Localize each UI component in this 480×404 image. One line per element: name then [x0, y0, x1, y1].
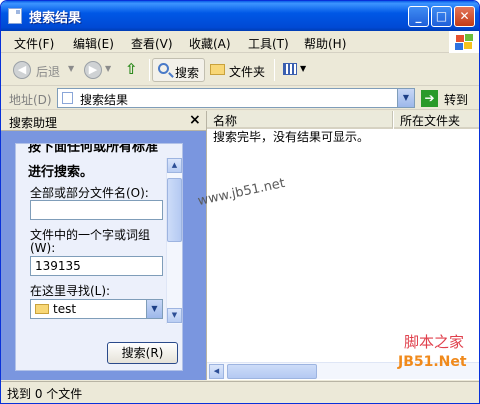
status-text: 找到 0 个文件	[7, 387, 83, 401]
address-label: 地址(D)	[9, 93, 52, 107]
column-header-folder[interactable]: 所在文件夹	[394, 111, 479, 129]
folder-icon	[210, 64, 225, 75]
menu-bar: 文件(F) 编辑(E) 查看(V) 收藏(A) 工具(T) 帮助(H)	[1, 31, 479, 53]
go-button[interactable]: ➔ 转到	[419, 89, 475, 108]
close-button[interactable]: ✕	[454, 6, 475, 27]
column-header-folder-label: 所在文件夹	[400, 114, 461, 128]
word-phrase-label-shortcut: (W):	[30, 241, 56, 255]
word-phrase-input[interactable]: 139135	[30, 256, 163, 276]
back-button[interactable]: ◀ 后退 ▼	[9, 58, 75, 82]
column-header-name-label: 名称	[213, 114, 238, 128]
chevron-down-icon[interactable]: ▼	[397, 89, 414, 107]
scroll-left-icon[interactable]: ◀	[209, 364, 224, 379]
address-bar: 地址(D) 搜索结果 ▼ ➔ 转到	[1, 87, 479, 110]
search-icon	[158, 63, 169, 74]
search-toggle-button[interactable]: 搜索	[152, 58, 205, 82]
back-arrow-icon: ◀	[13, 61, 31, 79]
menu-help[interactable]: 帮助(H)	[304, 35, 346, 52]
document-icon	[62, 92, 73, 104]
word-phrase-value: 139135	[35, 259, 81, 273]
maximize-button[interactable]: □	[431, 6, 452, 27]
scroll-down-icon[interactable]: ▼	[167, 308, 182, 323]
look-in-label: 在这里寻找(L):	[30, 284, 111, 298]
search-assistant-title: 搜索助理	[9, 116, 58, 130]
up-arrow-icon: ⇧	[125, 60, 138, 78]
site-watermark: 脚本之家 JB51.Net	[392, 327, 479, 377]
menu-edit[interactable]: 编辑(E)	[73, 35, 114, 52]
search-submit-button[interactable]: 搜索(R)	[107, 342, 178, 364]
explorer-window: 搜索结果 _ □ ✕ 文件(F) 编辑(E) 查看(V) 收藏(A) 工具(T)…	[0, 0, 480, 404]
scroll-thumb[interactable]	[227, 364, 317, 379]
close-icon[interactable]: ×	[189, 112, 201, 128]
title-bar: 搜索结果 _ □ ✕	[1, 1, 479, 31]
views-button[interactable]: ▼	[281, 58, 309, 82]
menu-view[interactable]: 查看(V)	[131, 35, 173, 52]
menu-tools[interactable]: 工具(T)	[248, 35, 289, 52]
search-intro-line1: 按下面任何或所有标准	[28, 143, 159, 155]
toolbar: ◀ 后退 ▼ ▶ ▼ ⇧ 搜索 文件夹 ▼	[1, 54, 479, 86]
chevron-down-icon: ▼	[105, 64, 112, 73]
scroll-thumb[interactable]	[167, 178, 182, 242]
toolbar-separator	[274, 59, 275, 81]
forward-button[interactable]: ▶ ▼	[81, 58, 113, 82]
scroll-up-icon[interactable]: ▲	[167, 158, 182, 173]
chevron-down-icon: ▼	[68, 64, 75, 73]
window-title: 搜索结果	[29, 11, 82, 26]
search-assistant-header: 搜索助理 ×	[1, 111, 206, 131]
windows-logo-icon	[449, 31, 479, 53]
address-input[interactable]: 搜索结果 ▼	[57, 88, 415, 108]
search-pane-scrollbar[interactable]: ▲ ▼	[166, 158, 182, 324]
empty-results-message: 搜索完毕，没有结果可显示。	[213, 130, 370, 144]
column-header-name[interactable]: 名称	[207, 111, 393, 129]
look-in-value: test	[53, 302, 77, 316]
folder-icon	[35, 304, 49, 314]
status-bar: 找到 0 个文件	[1, 381, 479, 403]
filename-label: 全部或部分文件名(O):	[30, 186, 149, 200]
menu-file[interactable]: 文件(F)	[14, 35, 54, 52]
menu-favorites[interactable]: 收藏(A)	[189, 35, 231, 52]
folders-button[interactable]: 文件夹	[207, 58, 269, 82]
search-intro-line2: 进行搜索。	[28, 165, 94, 180]
forward-arrow-icon: ▶	[84, 61, 102, 79]
watermark-text-top: 脚本之家	[404, 333, 465, 351]
go-arrow-icon: ➔	[421, 90, 438, 107]
toolbar-separator	[149, 59, 150, 81]
search-label: 搜索	[175, 66, 200, 80]
up-folder-button[interactable]: ⇧	[121, 58, 145, 82]
results-list: 名称 所在文件夹 搜索完毕，没有结果可显示。 ◀ 脚本之家 JB51.Net	[206, 111, 479, 380]
views-icon	[283, 63, 297, 75]
folders-label: 文件夹	[229, 65, 266, 79]
filename-input[interactable]	[30, 200, 163, 220]
chevron-down-icon: ▼	[300, 64, 307, 73]
document-icon	[8, 8, 22, 24]
chevron-down-icon[interactable]: ▼	[146, 300, 162, 318]
minimize-button[interactable]: _	[408, 6, 429, 27]
watermark-text-bottom: JB51.Net	[398, 354, 467, 370]
look-in-select[interactable]: test ▼	[30, 299, 163, 319]
back-label: 后退	[36, 65, 61, 79]
go-label: 转到	[444, 93, 469, 107]
search-form-card: 按下面任何或所有标准 进行搜索。 全部或部分文件名(O): 文件中的一个字或词组…	[15, 143, 183, 371]
address-value: 搜索结果	[80, 93, 129, 107]
